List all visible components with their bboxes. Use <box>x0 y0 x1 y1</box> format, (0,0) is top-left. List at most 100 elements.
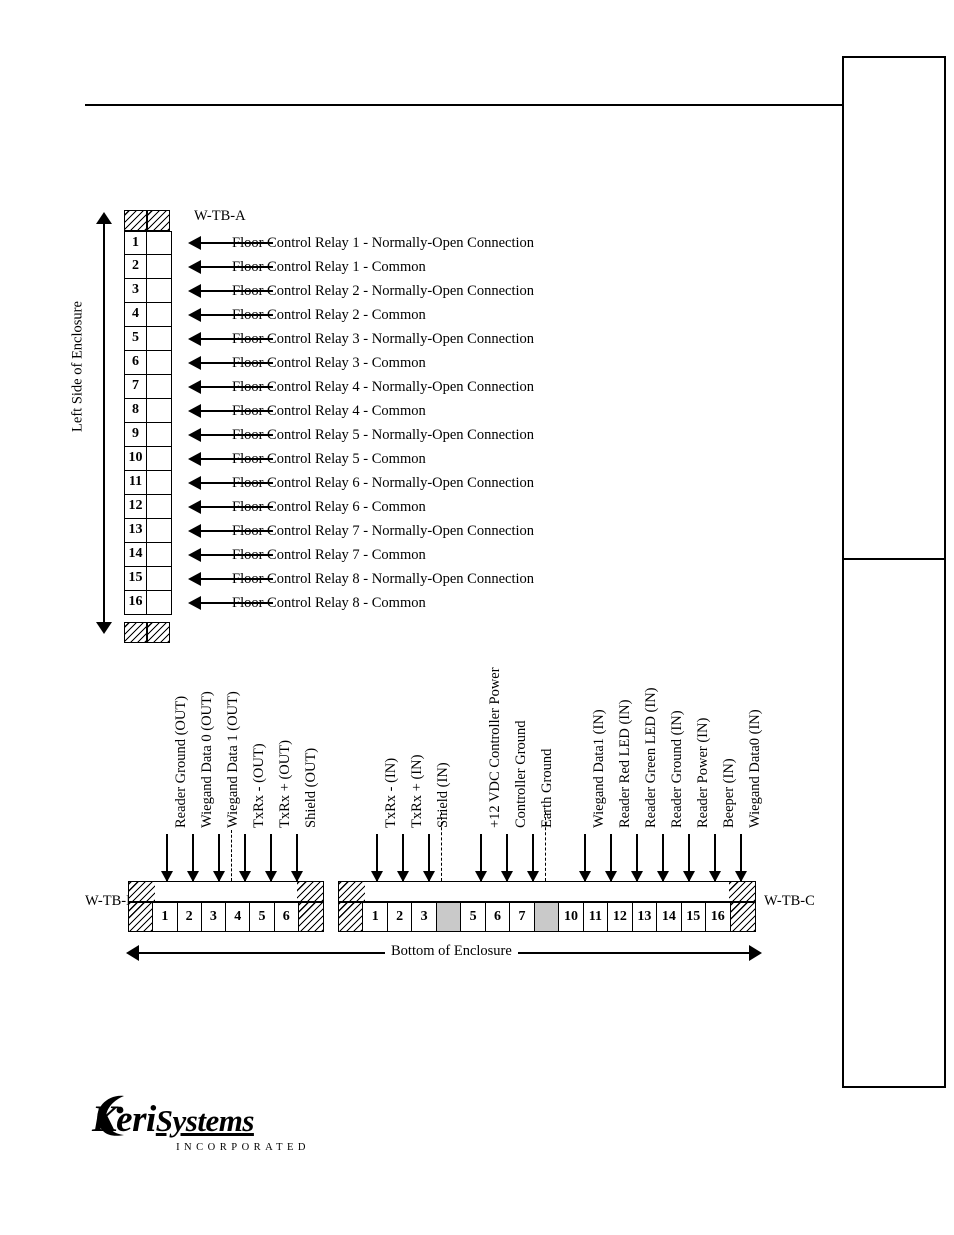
terminal-pin: 2 <box>388 903 413 931</box>
screw-hatch-cell <box>297 882 323 901</box>
callout-label: Wiegand Data 1 (OUT) <box>225 691 241 828</box>
callout-line <box>265 834 277 882</box>
callout-label: TxRx - (OUT) <box>251 743 267 828</box>
callout-label: TxRx + (IN) <box>409 754 425 828</box>
terminal-number: 11 <box>124 471 147 495</box>
leader-arrow-icon <box>188 332 201 346</box>
terminal-upper-blank <box>365 882 729 901</box>
terminal-pin: 1 <box>363 903 388 931</box>
screw-hatch-cell <box>339 882 365 901</box>
terminal-description: Floor Control Relay 5 - Common <box>232 451 426 467</box>
terminal-row: 14 Floor Control Relay 7 - Common <box>124 543 426 567</box>
callout-line <box>709 834 721 882</box>
terminal-description: Floor Control Relay 7 - Common <box>232 547 426 563</box>
terminal-number: 16 <box>124 591 147 615</box>
leader-arrow-icon <box>188 572 201 586</box>
callout-line <box>239 834 251 882</box>
terminal-slot <box>147 351 172 375</box>
callout-label: TxRx + (OUT) <box>277 740 293 828</box>
terminal-row: 12 Floor Control Relay 6 - Common <box>124 495 426 519</box>
leader-arrow-icon <box>188 428 201 442</box>
terminal-description: Floor Control Relay 2 - Normally-Open Co… <box>232 283 535 299</box>
terminal-block-b-upper <box>128 881 324 902</box>
terminal-slot <box>147 519 172 543</box>
terminal-slot <box>147 231 172 255</box>
screw-hatch-cell <box>129 882 155 901</box>
leader-arrow-icon <box>188 356 201 370</box>
terminal-number: 6 <box>124 351 147 375</box>
terminal-slot <box>147 279 172 303</box>
terminal-description: Floor Control Relay 8 - Normally-Open Co… <box>232 571 535 587</box>
terminal-pin-blank <box>436 903 462 931</box>
leader-arrow-icon <box>188 308 201 322</box>
callout-line <box>397 834 409 882</box>
terminal-pin: 12 <box>608 903 633 931</box>
bottom-enclosure-caption: Bottom of Enclosure <box>385 943 518 960</box>
terminal-block-c-strip: 1 2 3 5 6 7 10 11 12 13 14 15 16 <box>338 902 756 932</box>
terminal-description: Floor Control Relay 4 - Common <box>232 403 426 419</box>
group-separator-dashed-line <box>231 830 232 881</box>
terminal-number: 7 <box>124 375 147 399</box>
terminal-row: 5 Floor Control Relay 3 - Normally-Open C… <box>124 327 534 351</box>
terminal-description: Floor Control Relay 3 - Common <box>232 355 426 371</box>
callout-label: Reader Green LED (IN) <box>643 687 659 829</box>
left-enclosure-arrow-down <box>96 622 112 634</box>
leader-arrow-icon <box>188 380 201 394</box>
callout-line <box>475 834 487 882</box>
left-enclosure-caption: Left Side of Enclosure <box>69 301 86 432</box>
callout-line <box>161 834 173 882</box>
screw-hatch-cell <box>147 210 170 231</box>
leader-arrow-icon <box>188 404 201 418</box>
terminal-pin: 10 <box>559 903 584 931</box>
callout-line <box>579 834 591 882</box>
terminal-block-c-label: W-TB-C <box>764 893 815 909</box>
terminal-pin: 7 <box>510 903 535 931</box>
group-separator-dashed-line <box>441 812 442 881</box>
terminal-description: Floor Control Relay 3 - Normally-Open Co… <box>232 331 535 347</box>
terminal-row: 10 Floor Control Relay 5 - Common <box>124 447 426 471</box>
terminal-number: 5 <box>124 327 147 351</box>
terminal-description: Floor Control Relay 5 - Normally-Open Co… <box>232 427 535 443</box>
callout-label: Earth Ground <box>539 748 555 828</box>
terminal-pin: 3 <box>202 903 227 931</box>
terminal-pin-blank <box>534 903 560 931</box>
callout-label: Wiegand Data1 (IN) <box>591 709 607 828</box>
terminal-block-a-rows: 1 Floor Control Relay 1 - Normally-Open C… <box>124 231 534 615</box>
terminal-number: 13 <box>124 519 147 543</box>
left-enclosure-arrow-up <box>96 212 112 224</box>
terminal-row: 1 Floor Control Relay 1 - Normally-Open C… <box>124 231 534 255</box>
terminal-number: 1 <box>124 231 147 255</box>
terminal-pin: 15 <box>682 903 707 931</box>
terminal-slot <box>147 447 172 471</box>
callout-label: Shield (OUT) <box>303 747 319 828</box>
terminal-slot <box>147 495 172 519</box>
terminal-number: 14 <box>124 543 147 567</box>
bottom-enclosure-arrow-left <box>126 945 139 961</box>
terminal-pin: 2 <box>178 903 202 931</box>
screw-hatch-cell <box>730 903 755 931</box>
keri-systems-logo: KeriSystems INCORPORATED <box>92 1095 310 1153</box>
terminal-slot <box>147 591 172 615</box>
terminal-block-c-upper <box>338 881 756 902</box>
terminal-number: 3 <box>124 279 147 303</box>
terminal-pin: 3 <box>412 903 437 931</box>
terminal-number: 4 <box>124 303 147 327</box>
callout-label: Controller Ground <box>513 720 529 828</box>
terminal-row: 6 Floor Control Relay 3 - Common <box>124 351 426 375</box>
callout-line <box>657 834 669 882</box>
leader-arrow-icon <box>188 476 201 490</box>
leader-arrow-icon <box>188 452 201 466</box>
terminal-description: Floor Control Relay 7 - Normally-Open Co… <box>232 523 535 539</box>
callout-line <box>423 834 435 882</box>
terminal-row: 3 Floor Control Relay 2 - Normally-Open C… <box>124 279 534 303</box>
callout-line <box>631 834 643 882</box>
terminal-upper-blank <box>155 882 298 901</box>
terminal-pin: 6 <box>275 903 299 931</box>
terminal-slot <box>147 327 172 351</box>
terminal-description: Floor Control Relay 1 - Normally-Open Co… <box>232 235 535 251</box>
terminal-slot <box>147 255 172 279</box>
logo-incorporated-text: INCORPORATED <box>176 1142 310 1153</box>
callout-line <box>291 834 303 882</box>
terminal-row: 8 Floor Control Relay 4 - Common <box>124 399 426 423</box>
callout-label: Reader Ground (OUT) <box>173 695 189 828</box>
